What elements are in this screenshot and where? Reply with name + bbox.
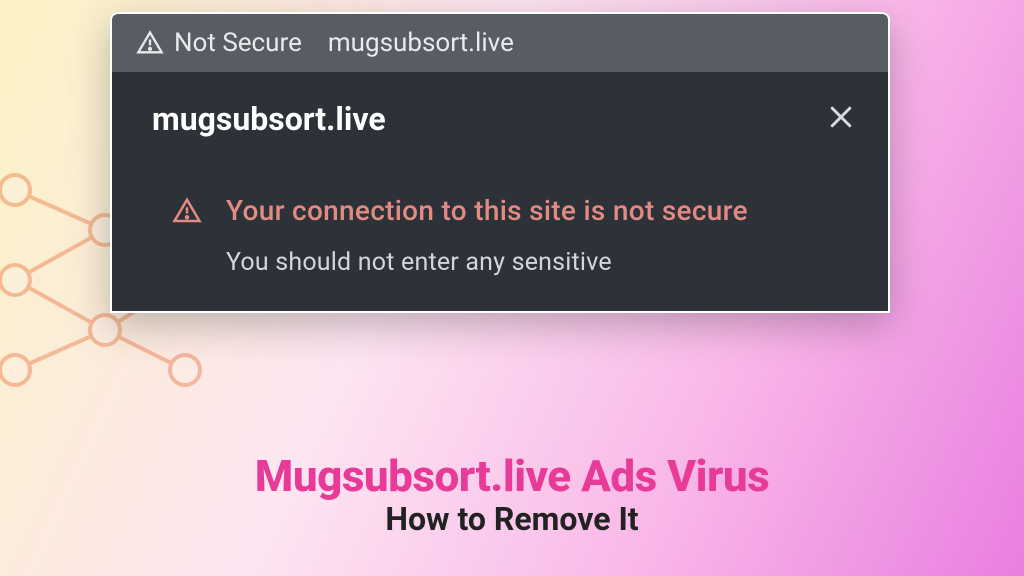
headline-subtitle: How to Remove It: [0, 500, 1024, 538]
browser-mockup: Not Secure mugsubsort.live mugsubsort.li…: [110, 12, 890, 313]
address-bar: Not Secure mugsubsort.live: [112, 14, 888, 72]
connection-warning-row: Your connection to this site is not secu…: [152, 192, 856, 230]
close-button[interactable]: [826, 102, 856, 136]
promo-card: SENSORS TECH FORUM: [0, 0, 1024, 576]
warning-triangle-icon: [172, 196, 202, 226]
address-url[interactable]: mugsubsort.live: [328, 28, 514, 58]
security-label: Not Secure: [174, 28, 302, 58]
warning-triangle-icon: [136, 29, 164, 57]
site-info-popover: mugsubsort.live Your connection to this …: [112, 72, 888, 311]
headline-block: Mugsubsort.live Ads Virus How to Remove …: [0, 450, 1024, 538]
popover-site-title: mugsubsort.live: [152, 100, 386, 138]
connection-warning-subtext: You should not enter any sensitive: [152, 248, 856, 277]
headline-title: Mugsubsort.live Ads Virus: [0, 450, 1024, 502]
security-indicator[interactable]: Not Secure: [136, 28, 302, 58]
connection-warning-text: Your connection to this site is not secu…: [226, 192, 748, 230]
close-icon: [826, 102, 856, 132]
